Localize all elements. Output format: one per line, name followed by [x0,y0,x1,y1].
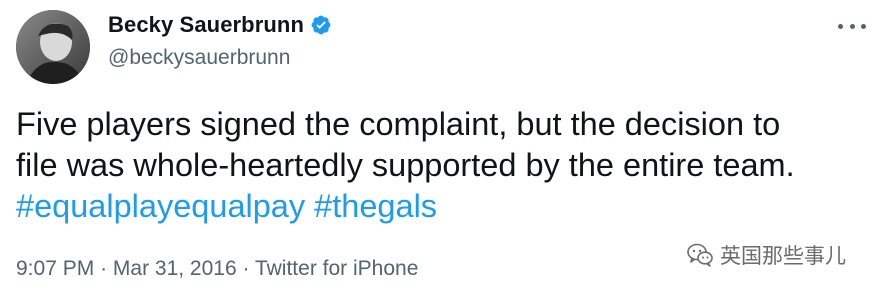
more-options-icon[interactable] [838,16,866,36]
more-dot [849,23,855,29]
tweet-card: Becky Sauerbrunn @beckysauerbrunn Five p… [0,0,890,292]
more-dot [861,23,866,29]
hashtag-link[interactable]: #equalplayequalpay [16,188,305,224]
tweet-text-line: file was whole-heartedly supported by th… [16,147,795,183]
wechat-logo-icon [686,241,714,269]
tweet-text-line: Five players signed the complaint, but t… [16,106,781,142]
tweet-time[interactable]: 9:07 PM [16,257,94,280]
author-display-name[interactable]: Becky Sauerbrunn [108,12,304,38]
meta-separator: · [100,257,108,280]
tweet-source[interactable]: Twitter for iPhone [255,257,418,280]
avatar[interactable] [16,10,90,84]
more-dot [838,23,843,29]
tweet-text: Five players signed the complaint, but t… [16,104,876,227]
watermark: 英国那些事儿 [686,240,846,270]
author-name-row: Becky Sauerbrunn [108,12,332,38]
tweet-date[interactable]: Mar 31, 2016 [113,257,237,280]
author-handle[interactable]: @beckysauerbrunn [108,46,290,70]
verified-badge-icon [310,14,332,36]
tweet-meta: 9:07 PM · Mar 31, 2016 · Twitter for iPh… [16,257,418,281]
watermark-text: 英国那些事儿 [720,244,846,268]
meta-separator: · [242,257,250,280]
hashtag-link[interactable]: #thegals [314,188,437,224]
hashtag-line: #equalplayequalpay #thegals [16,186,876,227]
